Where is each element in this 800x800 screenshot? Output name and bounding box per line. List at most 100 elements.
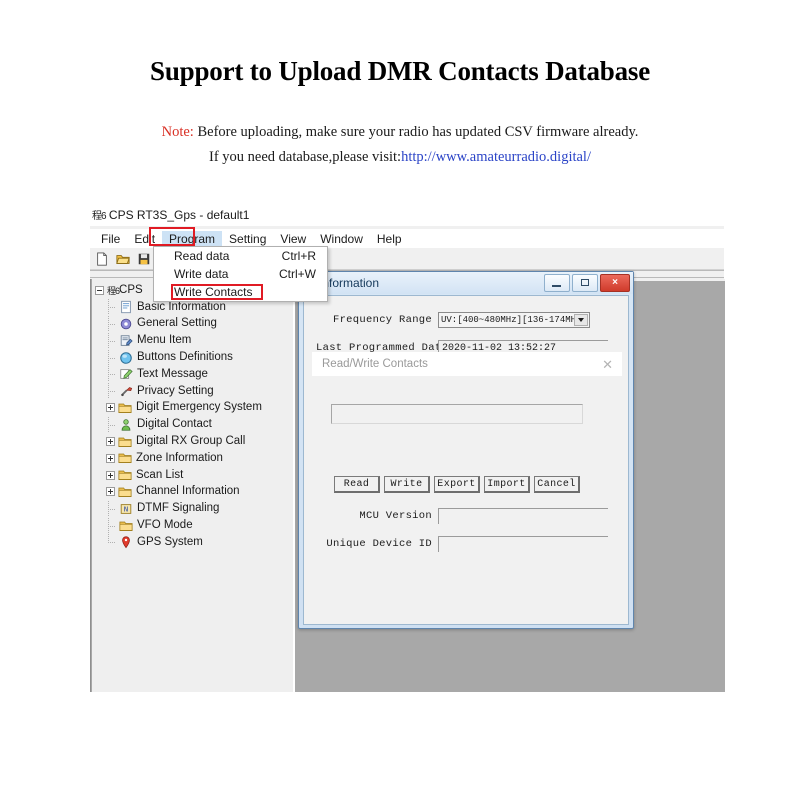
tree-item-scan-list[interactable]: Scan List — [95, 467, 293, 484]
tree-item-digital-contact[interactable]: Digital Contact — [95, 416, 293, 433]
app-title-bar: 程6 CPS RT3S_Gps - default1 — [90, 204, 724, 226]
read-write-contacts-banner: Read/Write Contacts ✕ — [312, 352, 622, 376]
navigation-tree-panel: 程6 CPS Basic Information General Setting… — [92, 279, 295, 692]
tree-expand-toggle[interactable] — [106, 453, 115, 463]
unique-device-id-label: Unique Device ID — [326, 538, 432, 550]
menu-item-label: Write data — [174, 267, 229, 281]
save-icon[interactable] — [137, 252, 151, 266]
wrench-icon — [120, 387, 133, 397]
tree-expand-toggle[interactable] — [106, 437, 115, 447]
app-title-cjk: 程6 — [92, 211, 107, 222]
progress-bar — [331, 404, 583, 424]
read-button[interactable]: Read — [334, 476, 380, 493]
menu-item-accelerator: Ctrl+R — [281, 249, 316, 263]
menu-window[interactable]: Window — [313, 231, 370, 247]
page-title: Support to Upload DMR Contacts Database — [150, 56, 650, 86]
tree-item-label: Text Message — [137, 367, 208, 380]
frequency-range-select[interactable]: UV:[400~480MHz][136-174MHz] — [438, 312, 590, 328]
document-icon — [121, 301, 131, 314]
tree-expand-toggle[interactable] — [106, 470, 115, 480]
menu-item-write-data[interactable]: Write data Ctrl+W — [154, 265, 327, 283]
tree-item-menu-item[interactable]: Menu Item — [95, 332, 293, 349]
maximize-button[interactable] — [572, 274, 598, 292]
frequency-range-label: Frequency Range — [332, 314, 432, 326]
tree-item-privacy-setting[interactable]: Privacy Setting — [95, 383, 293, 400]
mcu-version-label: MCU Version — [359, 510, 432, 522]
tree-guide — [106, 349, 119, 366]
mcu-version-row: MCU Version — [316, 508, 616, 524]
minimize-button[interactable] — [544, 274, 570, 292]
tree-item-general-setting[interactable]: General Setting — [95, 315, 293, 333]
tree-item-digit-emergency-system[interactable]: Digit Emergency System — [95, 400, 293, 417]
cancel-button[interactable]: Cancel — [534, 476, 580, 493]
tree-guide — [106, 299, 119, 316]
tree-item-digital-rx-group-call[interactable]: Digital RX Group Call — [95, 433, 293, 450]
folder-icon — [119, 521, 133, 531]
tree-item-vfo-mode[interactable]: VFO Mode — [95, 517, 293, 534]
tree-root-label: CPS — [119, 283, 143, 296]
tree-item-label: Digital RX Group Call — [136, 435, 246, 448]
tree-item-zone-information[interactable]: Zone Information — [95, 450, 293, 467]
dialog-action-buttons: Read Write Export Import Cancel — [334, 476, 580, 493]
gear-icon — [120, 318, 132, 330]
tree-item-gps-system[interactable]: GPS System — [95, 534, 293, 551]
frequency-range-row: Frequency Range UV:[400~480MHz][136-174M… — [316, 312, 616, 328]
tree-item-buttons-definitions[interactable]: Buttons Definitions — [95, 349, 293, 366]
tree-expand-toggle[interactable] — [106, 403, 115, 413]
frequency-range-value: UV:[400~480MHz][136-174MHz] — [441, 315, 587, 325]
tree-item-text-message[interactable]: Text Message — [95, 366, 293, 383]
chevron-down-icon[interactable] — [574, 314, 588, 326]
tree-guide — [106, 366, 119, 383]
tree-item-channel-information[interactable]: Channel Information — [95, 484, 293, 501]
import-button[interactable]: Import — [484, 476, 530, 493]
menu-item-label: Read data — [174, 249, 230, 263]
menu-help[interactable]: Help — [370, 231, 409, 247]
menu-file[interactable]: File — [94, 231, 127, 247]
tree-item-label: Scan List — [136, 468, 184, 481]
tree-item-label: Zone Information — [136, 451, 223, 464]
tree-guide — [106, 315, 119, 332]
tree-expand-toggle[interactable] — [106, 487, 115, 497]
menu-item-write-contacts[interactable]: Write Contacts — [154, 283, 327, 301]
tree-item-label: Digital Contact — [137, 418, 212, 431]
menu-view[interactable]: View — [273, 231, 313, 247]
dialog-window-controls: × — [544, 274, 630, 292]
svg-text:N: N — [124, 505, 128, 513]
contact-icon — [121, 419, 131, 431]
new-file-icon[interactable] — [95, 251, 109, 266]
tree-guide — [106, 383, 119, 400]
export-button[interactable]: Export — [434, 476, 480, 493]
menu-item-read-data[interactable]: Read data Ctrl+R — [154, 247, 327, 265]
menu-edit[interactable]: Edit — [127, 231, 162, 247]
write-button[interactable]: Write — [384, 476, 430, 493]
note-label: Note: — [161, 124, 194, 140]
tree-item-label: General Setting — [137, 317, 217, 330]
app-title-text: CPS RT3S_Gps - default1 — [105, 208, 250, 222]
mcu-version-value — [438, 508, 608, 524]
folder-icon — [118, 470, 132, 481]
tree-item-label: Menu Item — [137, 334, 192, 347]
tree-root-cjk: 程6 — [107, 285, 120, 296]
close-button[interactable]: × — [600, 274, 630, 292]
menu-program[interactable]: Program — [162, 230, 223, 247]
tree-item-label: Privacy Setting — [137, 384, 214, 397]
banner-text: Read/Write Contacts — [322, 358, 428, 370]
tree-item-label: VFO Mode — [137, 519, 193, 532]
database-link[interactable]: http://www.amateurradio.digital/ — [401, 149, 591, 165]
dialog-body: Frequency Range UV:[400~480MHz][136-174M… — [303, 295, 629, 625]
menu-setting[interactable]: Setting — [222, 231, 273, 247]
menu-item-label: Write Contacts — [174, 285, 253, 299]
tree-item-label: Digit Emergency System — [136, 401, 262, 414]
tree-item-label: Buttons Definitions — [137, 351, 233, 364]
close-icon[interactable]: ✕ — [602, 358, 613, 371]
open-folder-icon[interactable] — [116, 252, 130, 266]
dialog-title-bar[interactable]: ic Information × — [299, 272, 633, 294]
tree-item-label: GPS System — [137, 535, 203, 548]
navigation-tree: 程6 CPS Basic Information General Setting… — [92, 279, 293, 551]
tree-guide — [106, 534, 119, 550]
close-icon: × — [612, 277, 618, 288]
tree-root-collapse-toggle[interactable] — [95, 285, 104, 295]
note-line2-prefix: If you need database,please visit: — [209, 149, 402, 165]
note-text: Before uploading, make sure your radio h… — [193, 124, 639, 140]
tree-item-dtmf-signaling[interactable]: N DTMF Signaling — [95, 500, 293, 517]
